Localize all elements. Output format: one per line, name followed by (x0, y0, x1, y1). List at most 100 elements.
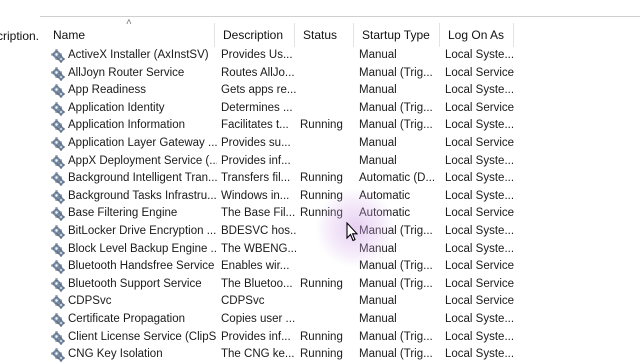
service-name: Application Layer Gateway ... (68, 136, 217, 149)
service-status (300, 135, 356, 153)
service-row[interactable]: CDPSvc CDPSvc Manual Local Service (45, 293, 640, 311)
service-gear-icon (51, 84, 65, 98)
service-log-on-as: Local Syste... (445, 172, 515, 185)
service-description: Provides su... (221, 136, 291, 149)
service-description: BDESVC hos... (221, 224, 297, 237)
service-description: Provides inf... (221, 154, 291, 167)
service-row[interactable]: Bluetooth Support Service The Bluetoo... R… (45, 276, 640, 294)
service-name-cell: Base Filtering Engine (51, 205, 217, 223)
service-startup-type: Manual (Trig... (359, 101, 433, 114)
service-name: CNG Key Isolation (68, 348, 163, 361)
service-name: BitLocker Drive Encryption ... (68, 224, 217, 237)
service-status: Running (300, 330, 343, 343)
service-log-on-as: Local Syste... (445, 330, 515, 343)
service-row[interactable]: App Readiness Gets apps re... Manual Local … (45, 82, 640, 100)
service-description: Windows in... (221, 189, 290, 202)
service-status: Running (300, 172, 343, 185)
service-gear-icon (51, 49, 65, 63)
service-name: Bluetooth Support Service (68, 277, 202, 290)
service-name-cell: Block Level Backup Engine ... (51, 241, 217, 259)
service-log-on-as: Local Service (445, 260, 515, 273)
service-startup-type: Manual (359, 49, 397, 61)
service-log-on-as: Local Syste... (445, 119, 515, 132)
service-startup-type: Automatic (D... (359, 172, 436, 185)
service-name: App Readiness (68, 84, 146, 97)
service-name: CDPSvc (68, 295, 112, 308)
service-description: Provides Us... (221, 49, 293, 61)
service-description: The WBENG... (221, 242, 297, 255)
service-description: The CNG ke... (221, 348, 295, 361)
service-startup-type: Manual (359, 136, 397, 149)
service-log-on-as: Local Syste... (445, 348, 515, 361)
service-gear-icon (51, 172, 65, 186)
service-row[interactable]: AppX Deployment Service (... Provides inf… (45, 153, 640, 171)
service-name: Bluetooth Handsfree Service (68, 260, 215, 273)
service-name-cell: CDPSvc (51, 293, 217, 311)
service-status (300, 311, 356, 329)
service-description: Routes AllJo... (221, 66, 295, 79)
service-status: Running (300, 348, 343, 361)
service-log-on-as: Local Service (445, 277, 515, 290)
service-description: Provides inf... (221, 330, 291, 343)
service-description: Enables wir... (221, 260, 290, 273)
service-name: Block Level Backup Engine ... (68, 242, 217, 255)
column-header-description[interactable]: Description (215, 23, 295, 47)
service-row[interactable]: ActiveX Installer (AxInstSV) Provides Us.… (45, 47, 640, 65)
services-table-header: Name Description Status Startup Type Log… (45, 23, 640, 47)
service-status: Running (300, 119, 343, 132)
service-log-on-as: Local Service (445, 295, 515, 308)
service-startup-type: Manual (359, 84, 397, 97)
service-name: AllJoyn Router Service (68, 66, 185, 79)
service-log-on-as: Local Service (445, 66, 515, 79)
service-row[interactable]: Application Identity Determines ... Manual… (45, 100, 640, 118)
service-startup-type: Manual (Trig... (359, 66, 433, 79)
service-startup-type: Manual (359, 295, 397, 308)
service-gear-icon (51, 137, 65, 151)
column-header-status[interactable]: Status (295, 23, 354, 47)
service-gear-icon (51, 190, 65, 204)
service-description: Facilitates t... (221, 119, 289, 132)
service-name: ActiveX Installer (AxInstSV) (68, 49, 209, 61)
service-description: Transfers fil... (221, 172, 291, 185)
service-name: Application Identity (68, 101, 165, 114)
service-status (300, 153, 356, 171)
service-name-cell: AllJoyn Router Service (51, 65, 217, 83)
service-name: Certificate Propagation (68, 312, 185, 325)
service-name: Background Tasks Infrastru... (68, 189, 217, 202)
service-startup-type: Manual (359, 154, 397, 167)
service-name: Application Information (68, 119, 185, 132)
service-log-on-as: Local Service (445, 136, 515, 149)
service-name-cell: Client License Service (ClipS... (51, 329, 217, 347)
service-gear-icon (51, 154, 65, 169)
service-row[interactable]: Certificate Propagation Copies user ... Ma… (45, 311, 640, 329)
service-row[interactable]: Background Intelligent Tran... Transfers … (45, 170, 640, 188)
column-header-startup-type[interactable]: Startup Type (354, 23, 440, 47)
service-log-on-as: Local Syste... (445, 84, 515, 97)
left-panel-description-label: cription. (0, 29, 40, 43)
service-row[interactable]: Application Information Facilitates t... R… (45, 117, 640, 135)
service-gear-icon (51, 260, 65, 274)
service-name-cell: Application Identity (51, 100, 217, 118)
service-name-cell: ActiveX Installer (AxInstSV) (51, 47, 217, 65)
mouse-pointer-icon (346, 222, 358, 242)
service-gear-icon (51, 102, 65, 116)
toolbar-strip (40, 0, 640, 17)
service-startup-type: Manual (Trig... (359, 119, 433, 132)
service-name-cell: Bluetooth Handsfree Service (51, 258, 217, 276)
column-header-log-on-as[interactable]: Log On As (440, 23, 514, 47)
service-name-cell: Bluetooth Support Service (51, 276, 217, 294)
service-row[interactable]: CNG Key Isolation The CNG ke... Running Man… (45, 346, 640, 364)
service-row[interactable]: Client License Service (ClipS... Provides… (45, 329, 640, 347)
service-name: Background Intelligent Tran... (68, 172, 217, 185)
service-gear-icon (51, 330, 65, 345)
service-row[interactable]: Application Layer Gateway ... Provides su… (45, 135, 640, 153)
service-status (300, 293, 356, 311)
service-gear-icon (51, 295, 65, 309)
service-description: Copies user ... (221, 312, 296, 325)
service-row[interactable]: AllJoyn Router Service Routes AllJo... Man… (45, 65, 640, 83)
service-startup-type: Manual (Trig... (359, 277, 433, 290)
service-status (300, 82, 356, 100)
service-name-cell: Application Information (51, 117, 217, 135)
service-name-cell: Background Intelligent Tran... (51, 170, 217, 188)
service-log-on-as: Local Syste... (445, 242, 515, 255)
